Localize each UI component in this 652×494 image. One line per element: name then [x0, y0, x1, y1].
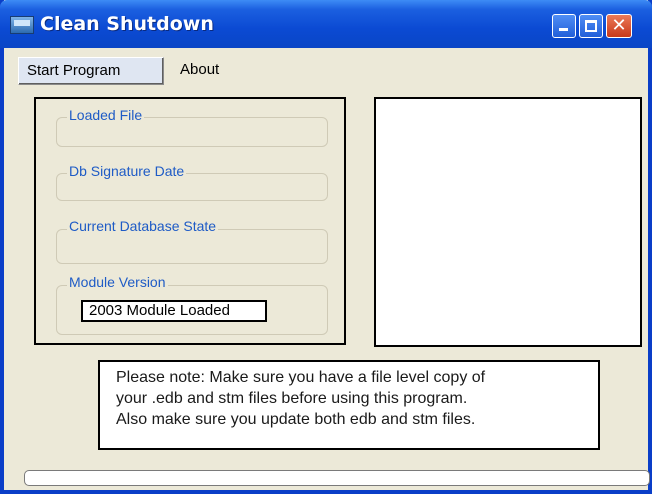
menu-bar: Start Program About — [4, 48, 648, 90]
note-line: your .edb and stm files before using thi… — [116, 390, 468, 407]
module-version-value: 2003 Module Loaded — [81, 300, 267, 322]
module-version-group: Module Version 2003 Module Loaded — [56, 274, 328, 335]
minimize-button[interactable] — [552, 14, 576, 38]
close-button[interactable]: ✕ — [606, 14, 632, 38]
minimize-icon — [559, 28, 568, 31]
note-line: Please note: Make sure you have a file l… — [116, 369, 486, 386]
loaded-file-group: Loaded File — [56, 107, 328, 147]
close-icon: ✕ — [611, 15, 627, 36]
maximize-button[interactable] — [579, 14, 603, 38]
window-title: Clean Shutdown — [40, 13, 214, 35]
progress-bar — [24, 470, 650, 486]
current-database-state-group: Current Database State — [56, 218, 328, 264]
loaded-file-label: Loaded File — [67, 107, 145, 123]
title-bar[interactable]: Clean Shutdown ✕ — [0, 0, 652, 48]
app-window: Clean Shutdown ✕ Start Program About Loa… — [0, 0, 652, 494]
file-info-panel: Loaded File Db Signature Date Current Da… — [34, 97, 346, 345]
menu-start-program[interactable]: Start Program — [18, 57, 164, 85]
current-database-state-label: Current Database State — [67, 218, 219, 234]
warning-note: Please note: Make sure you have a file l… — [98, 360, 600, 450]
note-line: Also make sure you update both edb and s… — [116, 411, 476, 428]
db-signature-date-group: Db Signature Date — [56, 163, 328, 201]
db-signature-date-label: Db Signature Date — [67, 163, 187, 179]
module-version-label: Module Version — [67, 274, 168, 290]
output-panel[interactable] — [374, 97, 642, 347]
app-window-icon — [10, 16, 34, 34]
maximize-icon — [585, 20, 597, 32]
menu-about[interactable]: About — [172, 57, 227, 85]
